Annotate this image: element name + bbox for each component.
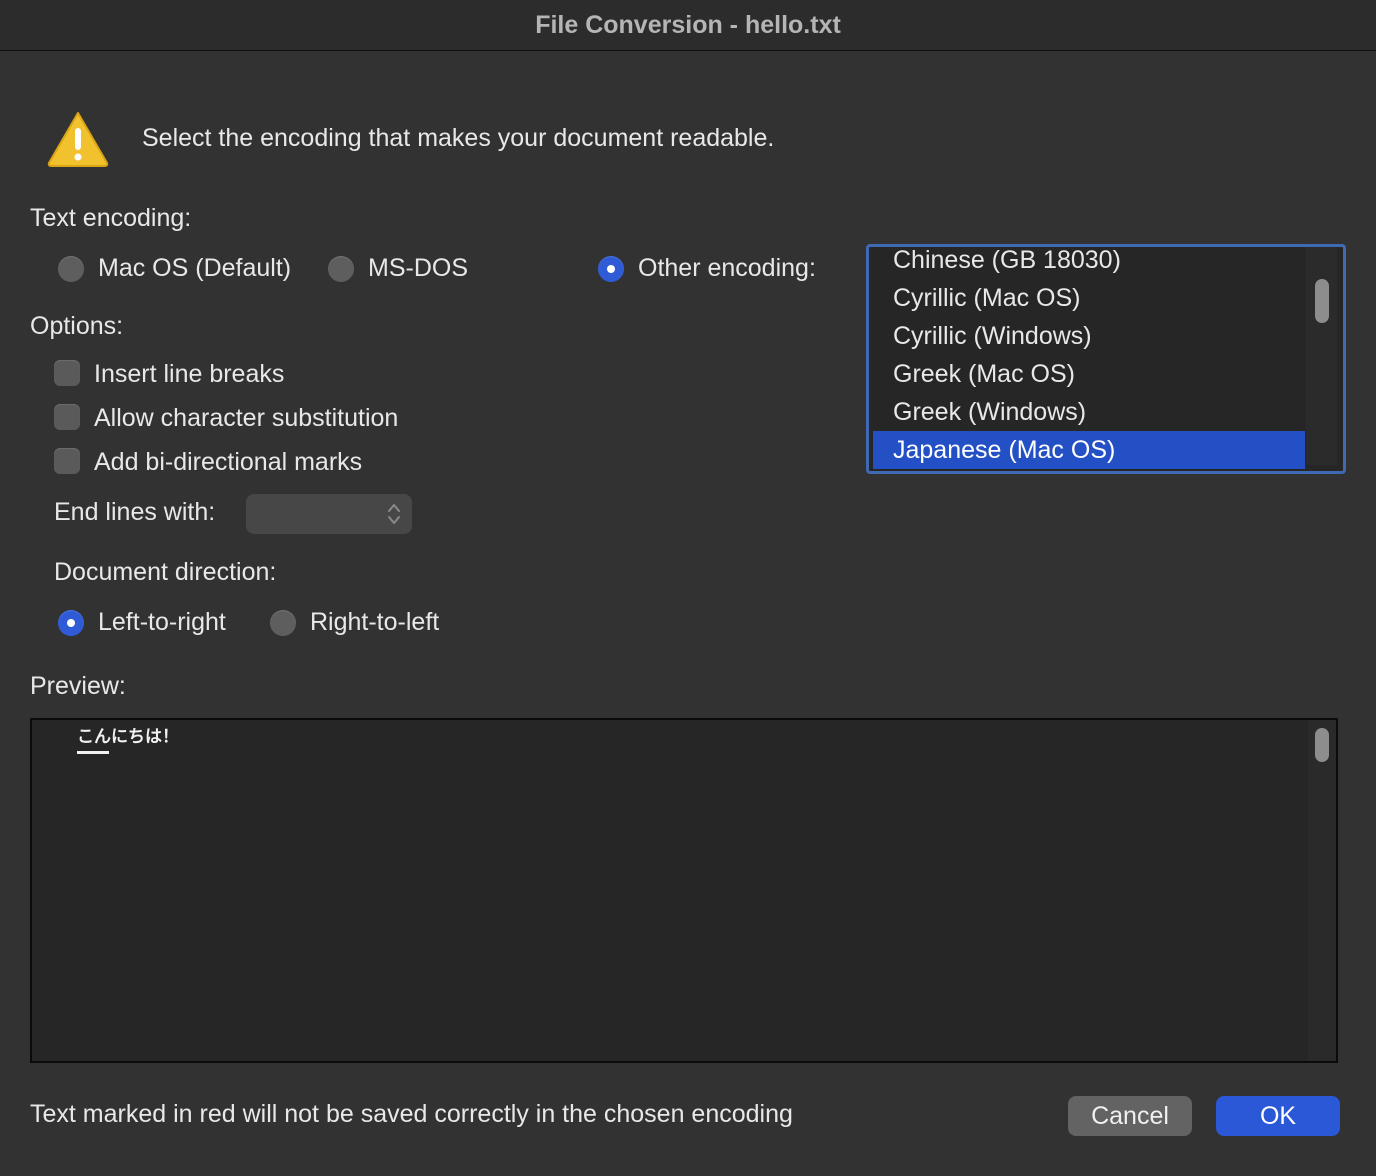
checkbox-bidi-marks-label[interactable]: Add bi-directional marks [94,448,362,477]
radio-ms-dos-label[interactable]: MS-DOS [368,254,468,283]
text-cursor [77,751,109,754]
cancel-button[interactable]: Cancel [1068,1096,1192,1136]
preview-area[interactable]: こんにちは！ [30,718,1338,1063]
preview-text: こんにちは！ [77,727,179,746]
list-scroll-thumb[interactable] [1315,279,1329,323]
list-item[interactable]: Cyrillic (Mac OS) [873,279,1305,317]
list-item[interactable]: Cyrillic (Windows) [873,317,1305,355]
end-lines-label: End lines with: [54,498,216,526]
checkbox-insert-line-breaks[interactable] [54,360,80,386]
encoding-list[interactable]: Chinese (GB 18030) Cyrillic (Mac OS) Cyr… [866,244,1346,474]
preview-scrollbar[interactable] [1308,720,1336,1061]
list-item[interactable]: Greek (Mac OS) [873,355,1305,393]
list-item-selected[interactable]: Japanese (Mac OS) [873,431,1305,469]
radio-right-to-left[interactable] [270,610,296,636]
radio-mac-os[interactable] [58,256,84,282]
radio-other-encoding-label[interactable]: Other encoding: [638,254,816,283]
preview-scroll-thumb[interactable] [1315,728,1329,762]
ok-button[interactable]: OK [1216,1096,1340,1136]
footer-note: Text marked in red will not be saved cor… [30,1100,793,1128]
window-title: File Conversion - hello.txt [535,10,841,39]
checkbox-allow-substitution-label[interactable]: Allow character substitution [94,404,398,433]
radio-left-to-right[interactable] [58,610,84,636]
radio-left-to-right-label[interactable]: Left-to-right [98,608,226,637]
direction-label: Document direction: [54,558,277,586]
checkbox-bidi-marks[interactable] [54,448,80,474]
radio-other-encoding[interactable] [598,256,624,282]
checkbox-allow-substitution[interactable] [54,404,80,430]
title-bar: File Conversion - hello.txt [0,0,1376,51]
radio-mac-os-label[interactable]: Mac OS (Default) [98,254,291,283]
message-text: Select the encoding that makes your docu… [142,124,775,152]
text-encoding-label: Text encoding: [30,204,192,232]
list-scrollbar[interactable] [1306,247,1337,465]
end-lines-popup[interactable] [246,494,412,534]
options-label: Options: [30,312,124,340]
list-item[interactable]: Chinese (GB 18030) [873,247,1305,279]
preview-label: Preview: [30,672,126,700]
list-item[interactable]: Greek (Windows) [873,393,1305,431]
warning-icon [47,112,109,167]
radio-ms-dos[interactable] [328,256,354,282]
checkbox-insert-line-breaks-label[interactable]: Insert line breaks [94,360,284,389]
chevron-updown-icon [388,504,400,524]
radio-right-to-left-label[interactable]: Right-to-left [310,608,439,637]
